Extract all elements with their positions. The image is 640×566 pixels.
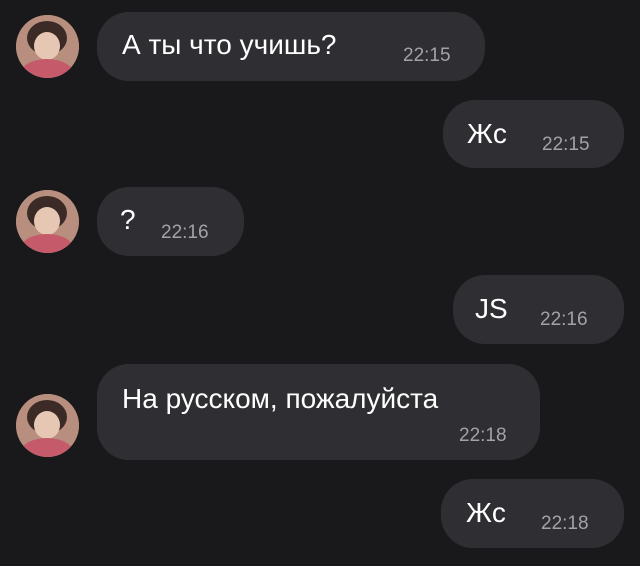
message-bubble-incoming[interactable]: На русском, пожалуйста 22:18 — [97, 364, 540, 460]
message-text: На русском, пожалуйста — [122, 383, 439, 414]
message-text: JS — [475, 293, 508, 324]
message-bubble-outgoing[interactable]: Жс 22:18 — [441, 479, 624, 548]
contact-avatar[interactable] — [16, 15, 79, 78]
message-bubble-incoming[interactable]: ? 22:16 — [97, 187, 244, 256]
message-bubble-outgoing[interactable]: Жс 22:15 — [443, 100, 624, 168]
message-time: 22:16 — [161, 222, 209, 243]
contact-avatar[interactable] — [16, 394, 79, 457]
message-bubble-incoming[interactable]: А ты что учишь? 22:15 — [97, 12, 485, 81]
message-bubble-outgoing[interactable]: JS 22:16 — [453, 275, 624, 344]
message-text: А ты что учишь? — [122, 29, 337, 60]
avatar-photo-icon — [16, 15, 79, 78]
message-text: Жс — [466, 497, 506, 528]
message-time: 22:18 — [541, 513, 589, 534]
message-time: 22:16 — [540, 309, 588, 330]
message-text: ? — [120, 204, 136, 235]
message-text: Жс — [467, 118, 507, 149]
message-time: 22:15 — [403, 45, 451, 66]
avatar-photo-icon — [16, 190, 79, 253]
contact-avatar[interactable] — [16, 190, 79, 253]
message-time: 22:15 — [542, 134, 590, 155]
message-time: 22:18 — [459, 425, 507, 446]
avatar-photo-icon — [16, 394, 79, 457]
